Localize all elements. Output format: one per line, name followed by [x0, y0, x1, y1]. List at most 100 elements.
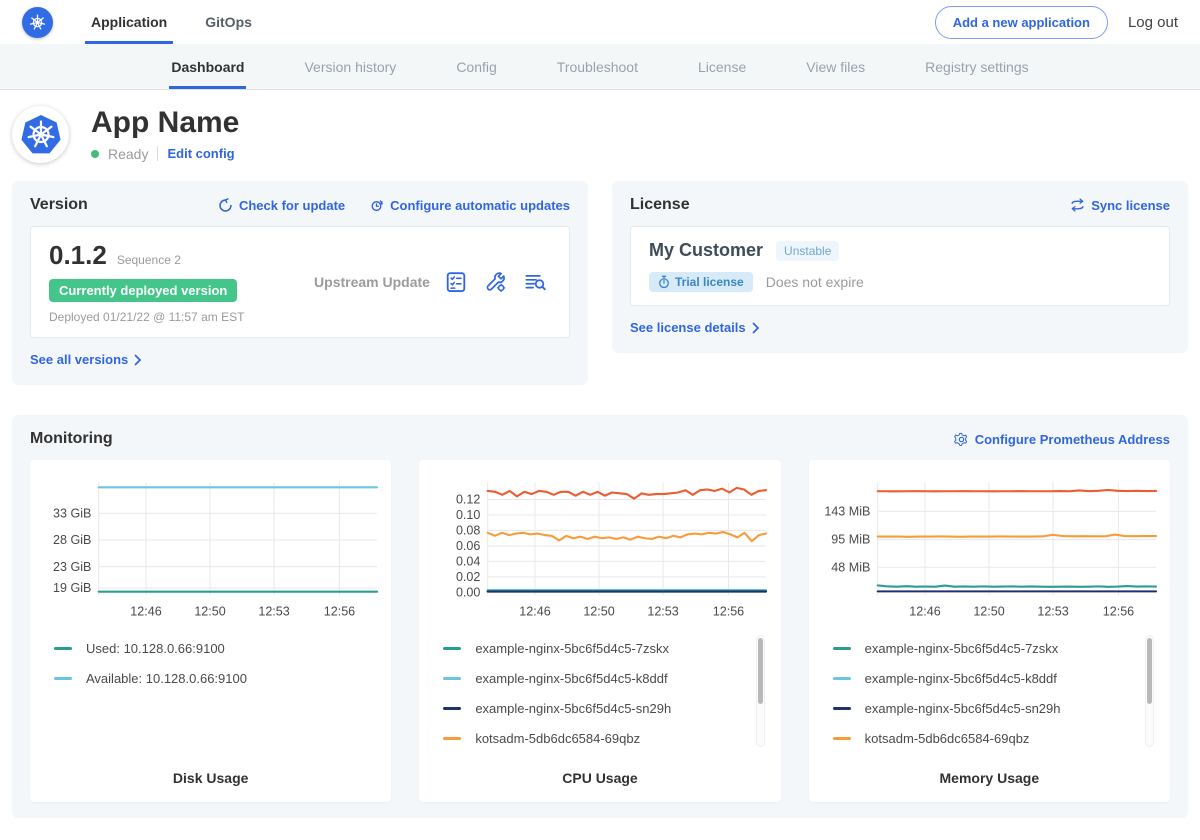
disk-usage-chart: 19 GiB23 GiB28 GiB33 GiB12:4612:5012:531… — [38, 472, 383, 631]
chevron-right-icon — [752, 322, 760, 334]
refresh-icon — [218, 198, 233, 213]
legend-label: example-nginx-5bc6f5d4c5-7zskx — [865, 641, 1059, 656]
app-header: App Name Ready Edit config — [0, 90, 1200, 181]
divider — [157, 146, 158, 161]
svg-text:95 MiB: 95 MiB — [831, 533, 870, 547]
subnav-tab-version-history[interactable]: Version history — [302, 44, 398, 89]
svg-text:0.08: 0.08 — [456, 524, 480, 538]
memory-usage-card: 48 MiB95 MiB143 MiB12:4612:5012:5312:56e… — [809, 460, 1170, 802]
chart-legend: example-nginx-5bc6f5d4c5-7zskx example-ng… — [817, 631, 1162, 764]
legend-item: Available: 10.128.0.66:9100 — [54, 671, 357, 686]
customer-name: My Customer — [649, 240, 763, 261]
svg-text:28 GiB: 28 GiB — [53, 533, 91, 547]
preflight-checks-icon[interactable] — [445, 271, 467, 293]
svg-text:12:46: 12:46 — [520, 604, 551, 618]
subnav-tab-view-files[interactable]: View files — [804, 44, 867, 89]
channel-badge: Unstable — [776, 241, 839, 261]
legend-item: example-nginx-5bc6f5d4c5-7zskx — [443, 641, 746, 656]
svg-text:0.04: 0.04 — [456, 555, 480, 569]
legend-label: example-nginx-5bc6f5d4c5-7zskx — [475, 641, 669, 656]
svg-text:48 MiB: 48 MiB — [831, 560, 870, 574]
monitoring-panel: Monitoring Configure Prometheus Address … — [12, 415, 1188, 818]
monitoring-panel-title: Monitoring — [30, 430, 113, 448]
trial-license-badge: Trial license — [649, 272, 753, 292]
license-expiry: Does not expire — [766, 274, 864, 290]
svg-text:12:50: 12:50 — [584, 604, 615, 618]
config-wrench-icon[interactable] — [484, 271, 507, 293]
view-logs-icon[interactable] — [524, 271, 547, 293]
status-dot — [91, 150, 99, 158]
add-application-button[interactable]: Add a new application — [935, 6, 1108, 39]
app-sub-nav: Dashboard Version history Config Troublesho… — [0, 44, 1200, 90]
svg-text:23 GiB: 23 GiB — [53, 560, 91, 574]
legend-swatch — [443, 707, 461, 710]
legend-label: Used: 10.128.0.66:9100 — [86, 641, 225, 656]
check-for-update-link[interactable]: Check for update — [218, 198, 345, 213]
legend-swatch — [833, 737, 851, 740]
svg-text:12:53: 12:53 — [258, 604, 289, 618]
sync-license-link[interactable]: Sync license — [1070, 198, 1170, 213]
status-text: Ready — [108, 146, 148, 162]
subnav-tab-dashboard[interactable]: Dashboard — [169, 44, 246, 89]
chart-title: Disk Usage — [38, 764, 383, 786]
gear-icon — [954, 432, 969, 447]
topnav-tab-application[interactable]: Application — [85, 0, 173, 44]
configure-prometheus-link[interactable]: Configure Prometheus Address — [954, 432, 1170, 447]
configure-automatic-updates-link[interactable]: Configure automatic updates — [369, 198, 570, 213]
legend-item: kotsadm-5db6dc6584-69qbz — [833, 731, 1136, 746]
legend-label: example-nginx-5bc6f5d4c5-sn29h — [865, 701, 1061, 716]
subnav-tab-config[interactable]: Config — [454, 44, 498, 89]
legend-scrollbar[interactable] — [756, 635, 765, 747]
stopwatch-icon — [658, 275, 670, 289]
legend-swatch — [833, 707, 851, 710]
legend-label: Available: 10.128.0.66:9100 — [86, 671, 247, 686]
svg-text:19 GiB: 19 GiB — [53, 581, 91, 595]
see-all-versions-link[interactable]: See all versions — [30, 352, 142, 367]
svg-text:12:46: 12:46 — [909, 604, 940, 618]
scrollbar-thumb[interactable] — [1147, 638, 1152, 704]
topnav-tab-gitops[interactable]: GitOps — [199, 0, 258, 44]
legend-item: example-nginx-5bc6f5d4c5-sn29h — [833, 701, 1136, 716]
see-license-details-link[interactable]: See license details — [630, 320, 760, 335]
legend-swatch — [833, 677, 851, 680]
logout-link[interactable]: Log out — [1128, 14, 1178, 31]
legend-swatch — [443, 737, 461, 740]
deployed-version-badge: Currently deployed version — [49, 279, 237, 302]
svg-text:12:46: 12:46 — [130, 604, 161, 618]
license-panel-title: License — [630, 196, 690, 214]
chevron-right-icon — [134, 354, 142, 366]
subnav-tab-registry-settings[interactable]: Registry settings — [923, 44, 1030, 89]
scrollbar-thumb[interactable] — [758, 638, 763, 704]
sync-arrows-icon — [1070, 198, 1085, 212]
memory-usage-chart: 48 MiB95 MiB143 MiB12:4612:5012:5312:56 — [817, 472, 1162, 631]
chart-title: CPU Usage — [427, 764, 772, 786]
legend-item: example-nginx-5bc6f5d4c5-k8ddf — [443, 671, 746, 686]
kubernetes-wheel-icon — [27, 12, 48, 33]
version-panel: Version Check for update — [12, 181, 588, 385]
legend-item: example-nginx-5bc6f5d4c5-sn29h — [443, 701, 746, 716]
cpu-usage-card: 0.000.020.040.060.080.100.1212:4612:5012… — [419, 460, 780, 802]
legend-swatch — [443, 677, 461, 680]
subnav-tab-license[interactable]: License — [696, 44, 748, 89]
chart-legend: example-nginx-5bc6f5d4c5-7zskx example-ng… — [427, 631, 772, 764]
svg-text:12:50: 12:50 — [973, 604, 1004, 618]
version-sequence: Sequence 2 — [117, 253, 181, 267]
legend-item: kotsadm-5db6dc6584-69qbz — [443, 731, 746, 746]
version-number: 0.1.2 — [49, 240, 107, 271]
subnav-tab-troubleshoot[interactable]: Troubleshoot — [555, 44, 640, 89]
legend-scrollbar[interactable] — [1145, 635, 1154, 747]
legend-swatch — [54, 677, 72, 680]
license-details-card: My Customer Unstable Trial license Does … — [630, 226, 1170, 306]
deployed-timestamp: Deployed 01/21/22 @ 11:57 am EST — [49, 310, 299, 324]
legend-label: example-nginx-5bc6f5d4c5-k8ddf — [865, 671, 1057, 686]
cpu-usage-chart: 0.000.020.040.060.080.100.1212:4612:5012… — [427, 472, 772, 631]
legend-label: kotsadm-5db6dc6584-69qbz — [475, 731, 640, 746]
edit-config-link[interactable]: Edit config — [167, 146, 234, 161]
version-panel-title: Version — [30, 196, 88, 214]
svg-text:33 GiB: 33 GiB — [53, 507, 91, 521]
brand-logo[interactable] — [22, 0, 53, 44]
legend-swatch — [54, 647, 72, 650]
page-title: App Name — [91, 107, 239, 139]
svg-text:0.12: 0.12 — [456, 493, 480, 507]
svg-text:0.02: 0.02 — [456, 570, 480, 584]
